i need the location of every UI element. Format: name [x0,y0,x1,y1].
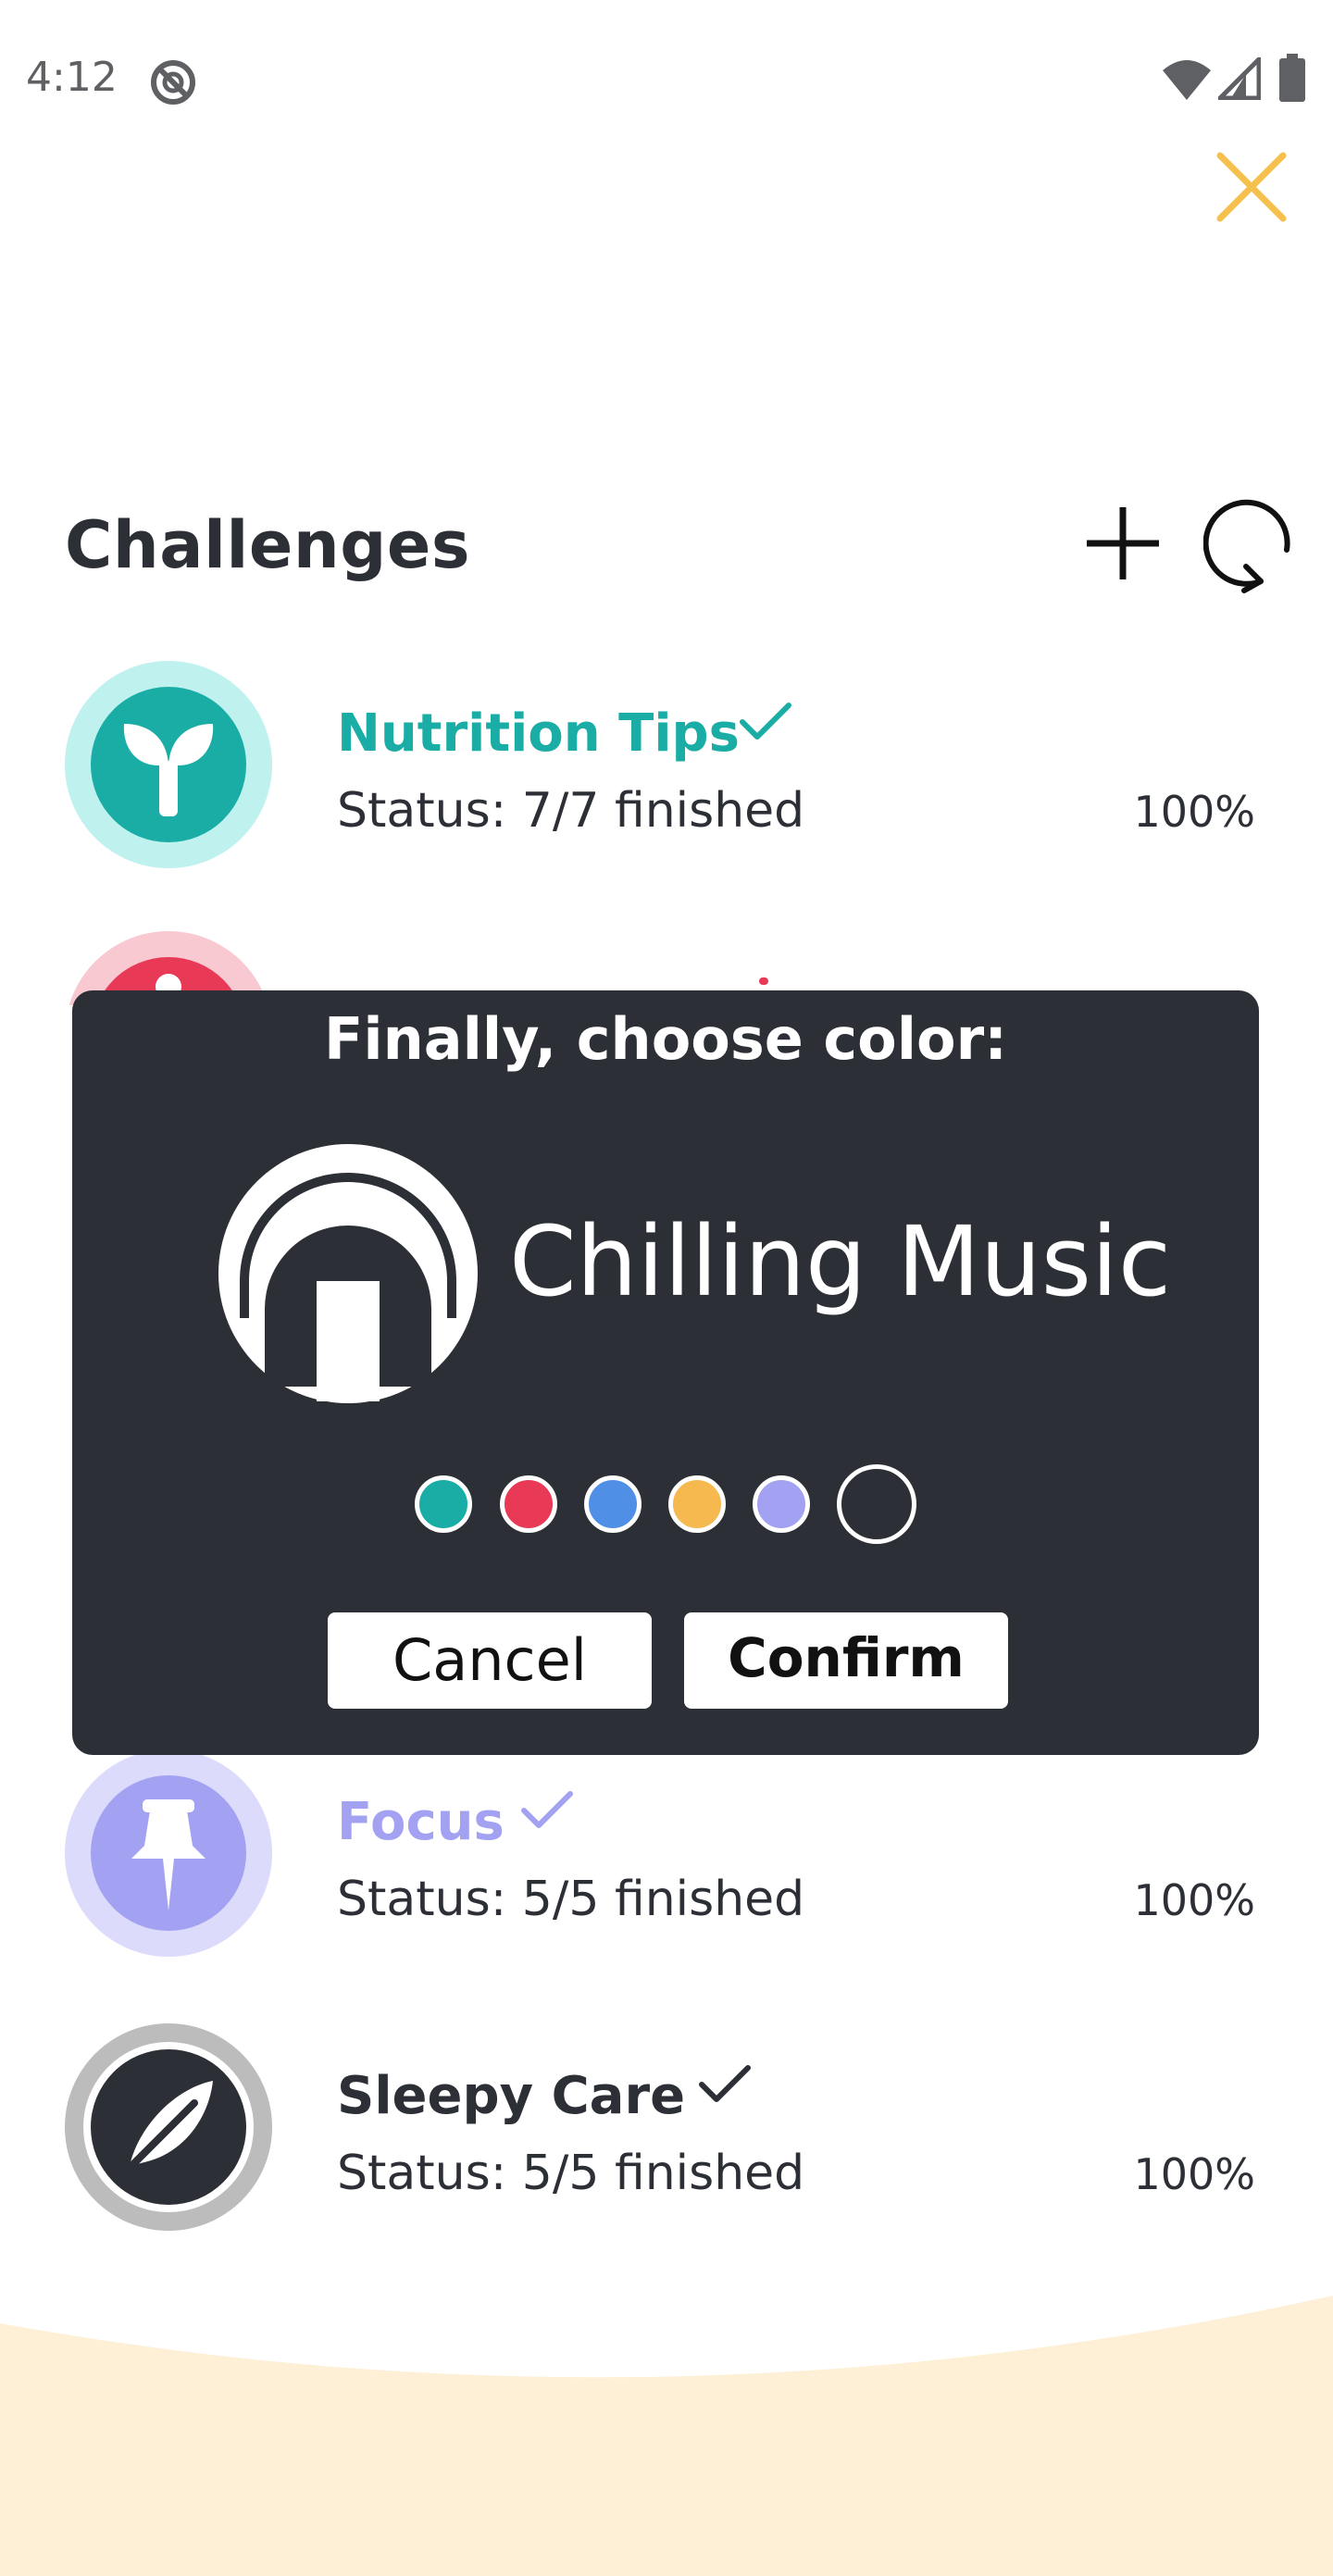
preview-name: Chilling Music [509,1205,1171,1318]
page-title: Challenges [65,507,470,583]
battery-icon [1279,54,1305,102]
dialog-title: Finally, choose color: [323,1005,1007,1073]
swatch-teal[interactable] [415,1475,472,1533]
swatch-blue[interactable] [584,1475,642,1533]
cancel-button[interactable]: Cancel [328,1612,652,1709]
challenge-name: Nutrition Tips [337,703,740,764]
do-not-disturb-icon [151,60,195,105]
check-icon [699,2065,751,2102]
challenge-percent: 100% [1133,1875,1255,1925]
challenge-percent: 100% [1133,787,1255,837]
refresh-icon[interactable] [1203,492,1300,594]
signal-icon [1218,57,1261,100]
wifi-icon [1163,60,1211,100]
challenge-status: Status: 7/7 finished [337,783,805,839]
sprout-icon [65,661,272,868]
swatch-red[interactable] [500,1475,557,1533]
close-icon[interactable] [1207,143,1296,231]
swatch-purple[interactable] [753,1475,810,1533]
challenge-percent: 100% [1133,2149,1255,2199]
swatch-yellow[interactable] [668,1475,726,1533]
challenge-name: Sleepy Care [337,2066,686,2126]
feather-icon [65,2023,272,2231]
swatch-none-selected[interactable] [837,1464,916,1544]
challenge-status: Status: 5/5 finished [337,2146,805,2201]
confirm-button[interactable]: Confirm [684,1612,1008,1709]
partial-check-mark [759,977,768,985]
challenge-name: Focus [337,1792,505,1852]
bottom-wave [0,2296,1333,2576]
check-icon [521,1791,573,1828]
headphones-icon [218,1144,478,1403]
status-time: 4:12 [26,54,118,101]
add-icon[interactable] [1083,504,1163,583]
pushpin-icon [65,1749,272,1957]
check-icon [740,703,791,740]
challenge-status: Status: 5/5 finished [337,1872,805,1927]
color-picker-dialog: Finally, choose color: Chilling Music Ca… [72,990,1259,1755]
